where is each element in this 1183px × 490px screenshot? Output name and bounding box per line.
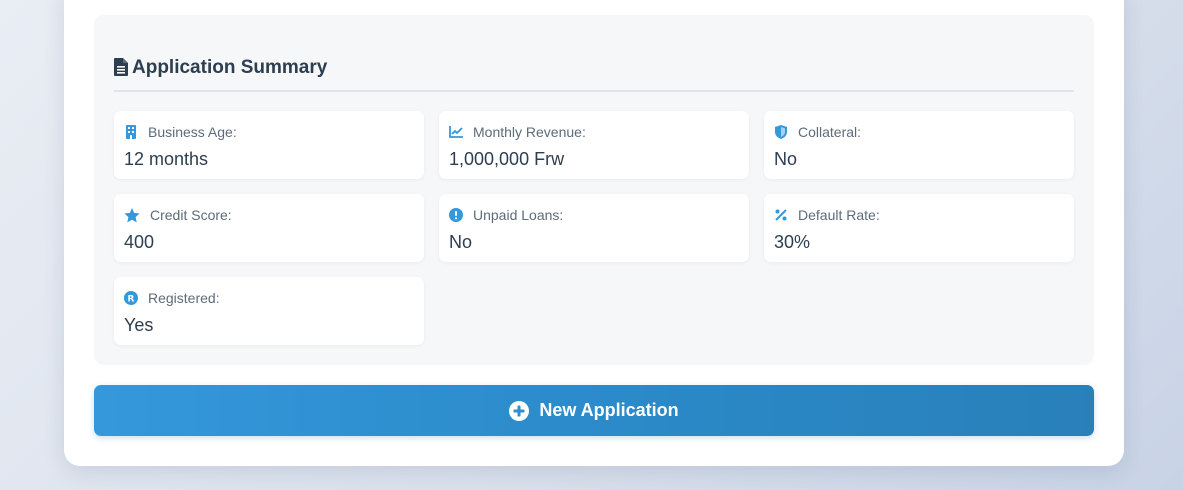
summary-item-default-rate: Default Rate: 30%	[764, 194, 1074, 262]
shield-icon	[774, 125, 788, 139]
summary-item-value: 30%	[774, 232, 811, 252]
summary-item-value: 12 months	[124, 149, 209, 169]
new-application-label: New Application	[539, 400, 679, 420]
summary-item-business-age: Business Age: 12 months	[114, 111, 424, 179]
summary-item-value: 400	[124, 232, 155, 252]
plus-circle-icon	[509, 400, 530, 421]
summary-item-value: No	[774, 149, 798, 169]
registered-icon: R	[124, 291, 138, 305]
chart-line-icon	[449, 125, 463, 139]
building-icon	[124, 125, 138, 139]
file-document-icon	[114, 58, 128, 76]
summary-item-label: Credit Score:	[150, 207, 232, 223]
exclamation-circle-icon	[449, 208, 463, 222]
summary-title: Application Summary	[132, 57, 328, 78]
summary-item-monthly-revenue: Monthly Revenue: 1,000,000 Frw	[439, 111, 749, 179]
summary-item-label: Collateral:	[798, 124, 862, 140]
summary-item-value: No	[449, 232, 473, 252]
summary-item-label: Registered:	[148, 290, 220, 306]
summary-item-value: Yes	[124, 315, 154, 335]
summary-item-label: Default Rate:	[798, 207, 880, 223]
percent-icon	[774, 208, 788, 222]
summary-item-credit-score: Credit Score: 400	[114, 194, 424, 262]
summary-item-collateral: Collateral: No	[764, 111, 1074, 179]
application-summary-panel: Application Summary Business Age: 12 mon…	[94, 15, 1094, 365]
summary-item-unpaid-loans: Unpaid Loans: No	[439, 194, 749, 262]
new-application-button[interactable]: New Application	[94, 385, 1094, 436]
star-icon	[124, 207, 140, 222]
summary-grid: Business Age: 12 months Monthly Revenue:…	[114, 111, 1074, 345]
svg-text:R: R	[128, 295, 135, 305]
summary-item-value: 1,000,000 Frw	[449, 149, 565, 169]
summary-item-label: Monthly Revenue:	[473, 124, 586, 140]
summary-item-label: Unpaid Loans:	[473, 207, 564, 223]
summary-item-registered: R Registered: Yes	[114, 277, 424, 345]
main-card: Application Summary Business Age: 12 mon…	[64, 0, 1124, 466]
summary-item-label: Business Age:	[148, 124, 237, 140]
summary-header: Application Summary	[114, 55, 1074, 92]
